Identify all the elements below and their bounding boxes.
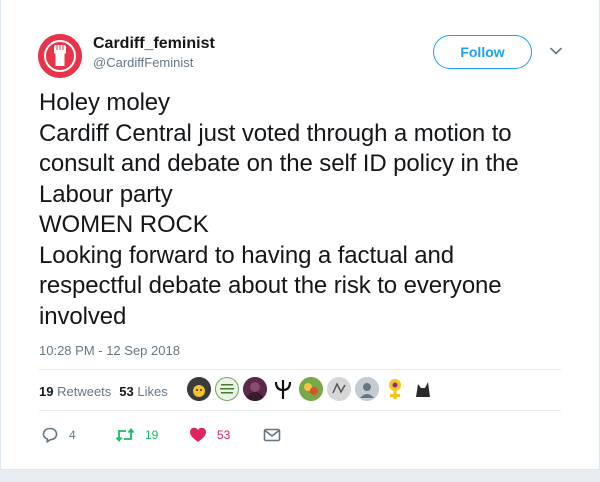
tweet-card: Cardiff_feminist @CardiffFeminist Follow… — [0, 0, 600, 470]
reply-button[interactable]: 4 — [41, 426, 115, 444]
liker-avatar[interactable] — [383, 377, 407, 401]
liker-avatar[interactable] — [271, 377, 295, 401]
retweets-count: 19 — [39, 384, 54, 399]
cartoon-avatar-icon — [299, 377, 323, 401]
liker-avatar[interactable] — [355, 377, 379, 401]
venus-symbol-icon — [389, 379, 401, 399]
sketch-avatar-icon — [327, 377, 351, 401]
retweet-button[interactable]: 19 — [115, 426, 189, 444]
user-handle[interactable]: @CardiffFeminist — [93, 55, 193, 70]
retweets-stat[interactable]: 19 Retweets — [39, 384, 111, 399]
retweet-icon — [115, 428, 135, 442]
tweet-line: Labour party — [39, 180, 173, 208]
direct-message-button[interactable] — [263, 426, 337, 444]
liker-avatars — [187, 377, 435, 401]
cat-avatar-icon — [416, 382, 430, 397]
likes-count: 53 — [119, 384, 134, 399]
tweet-line: Holey moley — [39, 89, 170, 116]
retweet-count: 19 — [145, 428, 159, 442]
tweet-line: Looking forward to having a factual and — [39, 241, 455, 269]
liker-avatar[interactable] — [327, 377, 351, 401]
liker-avatar[interactable] — [243, 377, 267, 401]
tweet-line: WOMEN ROCK — [39, 211, 209, 238]
liker-avatar[interactable] — [411, 377, 435, 401]
divider — [39, 369, 561, 370]
heart-icon — [190, 427, 206, 442]
raised-fist-logo-icon — [38, 34, 82, 78]
text-badge-icon — [220, 384, 234, 394]
emoji-face-icon — [187, 377, 211, 401]
tweet-timestamp[interactable]: 10:28 PM - 12 Sep 2018 — [39, 343, 180, 358]
tweet-line: respectful debate about the risk to ever… — [39, 272, 502, 299]
user-avatar[interactable] — [38, 34, 82, 78]
user-display-name[interactable]: Cardiff_feminist — [93, 35, 215, 53]
tweet-line: consult and debate on the self ID policy… — [39, 150, 519, 177]
like-button[interactable]: 53 — [189, 426, 263, 444]
likes-label: Likes — [137, 384, 168, 399]
tweet-line: Cardiff Central just voted through a mot… — [39, 119, 512, 147]
chevron-down-icon[interactable] — [549, 44, 563, 58]
photo-avatar-icon — [243, 377, 267, 401]
liker-avatar[interactable] — [299, 377, 323, 401]
reply-icon — [42, 427, 58, 443]
liker-avatar[interactable] — [187, 377, 211, 401]
divider — [39, 410, 561, 411]
retweets-label: Retweets — [57, 384, 112, 399]
default-user-icon — [355, 377, 379, 401]
liker-avatar[interactable] — [215, 377, 239, 401]
tweet-text: Holey moley Cardiff Central just voted t… — [39, 88, 579, 332]
trident-icon — [274, 380, 292, 399]
follow-button[interactable]: Follow — [433, 35, 532, 69]
like-count: 53 — [217, 428, 231, 442]
likes-stat[interactable]: 53 Likes — [119, 384, 167, 399]
tweet-line: involved — [39, 302, 127, 330]
reply-count: 4 — [69, 428, 76, 442]
tweet-actions: 4 19 53 — [41, 426, 337, 444]
engagement-stats: 19 Retweets 53 Likes — [39, 384, 168, 399]
envelope-icon — [263, 428, 281, 442]
